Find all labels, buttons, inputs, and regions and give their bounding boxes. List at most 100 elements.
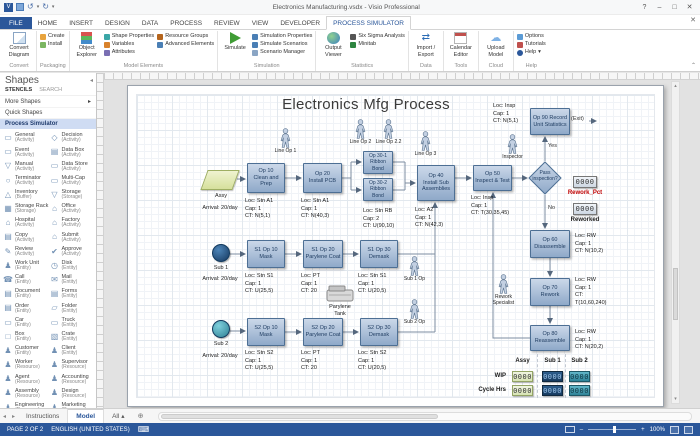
stencil-item-document-entity-[interactable]: ▤Document(Entity): [3, 287, 50, 301]
sub2-source-shape[interactable]: [212, 320, 230, 338]
ribbon-tab-process-simulator[interactable]: PROCESS SIMULATOR: [326, 16, 411, 30]
page-tab-model[interactable]: Model: [68, 409, 104, 423]
vertical-scroll-thumb[interactable]: [673, 268, 678, 320]
stencil-process-simulator[interactable]: Process Simulator: [0, 119, 96, 129]
stencil-item-marketing-resource-[interactable]: ♟Marketing(Resource): [50, 401, 97, 408]
convert-diagram-button[interactable]: ConvertDiagram: [5, 32, 33, 59]
six-sigma-analysis-button[interactable]: Six Sigma Analysis: [350, 34, 404, 40]
stencil-item-submit-activity-[interactable]: ⌂Submit(Activity): [50, 230, 97, 244]
ribbon-tab-data[interactable]: DATA: [136, 17, 164, 29]
worker-line-op-1[interactable]: [279, 128, 292, 148]
process-box-op50[interactable]: Op 50Inspect & Test: [473, 165, 512, 191]
tab-stencils[interactable]: STENCILS: [5, 87, 32, 93]
import-export-button[interactable]: ⇄ Import /Export: [412, 32, 440, 59]
scroll-up-icon[interactable]: ▴: [672, 82, 679, 90]
stencil-item-storage-rack-storage-[interactable]: ▦Storage Rack(Storage): [3, 202, 50, 216]
stencil-item-agent-resource-[interactable]: ♟Agent(Resource): [3, 372, 50, 386]
stencil-item-assembly-resource-[interactable]: ♟Assembly(Resource): [3, 386, 50, 400]
process-box-op60[interactable]: Op 60Disassemble: [530, 230, 570, 258]
reworked-counter[interactable]: 0000: [573, 203, 597, 215]
calendar-editor-button[interactable]: CalendarEditor: [447, 32, 475, 59]
save-icon[interactable]: [16, 3, 24, 11]
tab-search[interactable]: SEARCH: [39, 87, 62, 93]
stencil-item-client-entity-[interactable]: ♟Client(Entity): [50, 344, 97, 358]
stencil-item-worker-resource-[interactable]: ♟Worker(Resource): [3, 358, 50, 372]
process-box-op70[interactable]: Op 70Rework: [530, 278, 570, 306]
stencil-item-inventory-buffer-[interactable]: △Inventory(Buffer): [3, 188, 50, 202]
stencil-item-data-box-activity-[interactable]: ▤Data Box(Activity): [50, 145, 97, 159]
wip-assy-counter[interactable]: 0000: [512, 371, 533, 382]
stencil-item-event-activity-[interactable]: ▭Event(Activity): [3, 145, 50, 159]
horizontal-scrollbar[interactable]: [158, 412, 692, 421]
parylene-tank-shape[interactable]: [325, 283, 355, 303]
attributes-button[interactable]: Attributes: [104, 50, 155, 56]
undo-icon[interactable]: ↺: [27, 3, 34, 11]
process-box-op80[interactable]: Op 80Reassemble: [530, 325, 570, 351]
process-box-op90[interactable]: Op 90 RecordUnit Statistics: [530, 108, 570, 135]
scenario-manager-button[interactable]: Scenario Manager: [252, 50, 312, 56]
process-box-op30-1[interactable]: Op 30-1Ribbon Bond: [363, 151, 393, 174]
wip-sub1-counter[interactable]: 0000: [542, 371, 563, 382]
ribbon-tab-view[interactable]: VIEW: [246, 17, 275, 29]
minitab-button[interactable]: Minitab: [350, 42, 404, 48]
ribbon-tab-review[interactable]: REVIEW: [208, 17, 246, 29]
resource-groups-button[interactable]: Resource Groups: [157, 34, 214, 40]
stencil-item-crate-entity-[interactable]: ▧Crate(Entity): [50, 330, 97, 344]
drawing-page[interactable]: Electronics Mfg Process Assy Arrival: 20…: [127, 85, 664, 407]
stencil-item-terminator-activity-[interactable]: ○Terminator(Activity): [3, 174, 50, 188]
full-screen-icon[interactable]: [684, 426, 693, 434]
ribbon-collapse-icon[interactable]: ⌃: [691, 62, 696, 69]
scroll-down-icon[interactable]: ▾: [672, 395, 679, 403]
stencil-item-engineering-resource-[interactable]: ♟Engineering(Resource): [3, 401, 50, 408]
stencil-item-manual-activity-[interactable]: ▽Manual(Activity): [3, 159, 50, 173]
ribbon-tab-developer[interactable]: DEVELOPER: [274, 17, 326, 29]
fit-page-icon[interactable]: [670, 426, 679, 434]
process-box-s2op10[interactable]: S2 Op 10Mask: [247, 318, 285, 346]
zoom-slider-thumb[interactable]: [613, 426, 616, 433]
variables-button[interactable]: Variables: [104, 42, 155, 48]
page-indicator[interactable]: PAGE 2 OF 2: [7, 427, 43, 433]
drawing-canvas[interactable]: Electronics Mfg Process Assy Arrival: 20…: [97, 73, 700, 408]
stencil-item-approve-activity-[interactable]: ✔Approve(Activity): [50, 245, 97, 259]
upload-model-button[interactable]: ☁ UploadModel: [482, 32, 510, 59]
page-nav-right-icon[interactable]: ▸: [9, 413, 18, 420]
simulation-properties-button[interactable]: Simulation Properties: [252, 34, 312, 40]
stencil-item-supervisor-resource-[interactable]: ♟Supervisor(Resource): [50, 358, 97, 372]
stencil-item-truck-entity-[interactable]: ▭Truck(Entity): [50, 315, 97, 329]
stencil-item-general-activity-[interactable]: ▭General(Activity): [3, 131, 50, 145]
quick-shapes-item[interactable]: Quick Shapes: [0, 108, 96, 119]
worker-sub1-op[interactable]: [408, 256, 421, 276]
ribbon-tab-insert[interactable]: INSERT: [63, 17, 99, 29]
stencil-item-folder-entity-[interactable]: ▱Folder(Entity): [50, 301, 97, 315]
stencil-item-storage-storage-[interactable]: ▽Storage(Storage): [50, 188, 97, 202]
process-box-s1op10[interactable]: S1 Op 10Mask: [247, 240, 285, 268]
worker-inspector[interactable]: [506, 134, 519, 154]
stencil-item-design-resource-[interactable]: ♟Design(Resource): [50, 386, 97, 400]
stencil-item-multi-cap-activity-[interactable]: ▭Multi-Cap(Activity): [50, 174, 97, 188]
stencil-item-order-entity-[interactable]: ▤Order(Entity): [3, 301, 50, 315]
minimize-button[interactable]: –: [653, 2, 666, 12]
process-box-op20[interactable]: Op 20Install PCB: [303, 163, 342, 193]
page-nav-left-icon[interactable]: ◂: [0, 413, 9, 420]
stencil-item-decision-activity-[interactable]: ◇Decision(Activity): [50, 131, 97, 145]
wip-sub2-counter[interactable]: 0000: [569, 371, 590, 382]
horizontal-scroll-thumb[interactable]: [161, 414, 437, 419]
ribbon-tab-design[interactable]: DESIGN: [99, 17, 136, 29]
simulate-scenarios-button[interactable]: Simulate Scenarios: [252, 42, 312, 48]
simulate-button[interactable]: Simulate: [221, 32, 249, 52]
worker-line-op-2[interactable]: [354, 119, 367, 139]
stencil-item-customer-entity-[interactable]: ♟Customer(Entity): [3, 344, 50, 358]
stencil-item-forms-entity-[interactable]: ▤Forms(Entity): [50, 287, 97, 301]
rework-pct-counter[interactable]: 0000: [573, 176, 597, 188]
restore-button[interactable]: □: [668, 2, 681, 12]
advanced-elements-button[interactable]: Advanced Elements: [157, 42, 214, 48]
options-button[interactable]: Options: [517, 34, 546, 40]
stencil-item-office-activity-[interactable]: ⌂Office(Activity): [50, 202, 97, 216]
panel-collapse-icon[interactable]: ◂: [90, 77, 93, 84]
process-box-op40[interactable]: Op 40Install Sub Assemblies: [417, 165, 455, 201]
stencil-item-factory-activity-[interactable]: ⌂Factory(Activity): [50, 216, 97, 230]
zoom-slider[interactable]: [588, 429, 636, 430]
page-tab-instructions[interactable]: Instructions: [18, 409, 68, 423]
ribbon-tab-file[interactable]: FILE: [0, 17, 32, 29]
tutorials-button[interactable]: Tutorials: [517, 42, 546, 48]
